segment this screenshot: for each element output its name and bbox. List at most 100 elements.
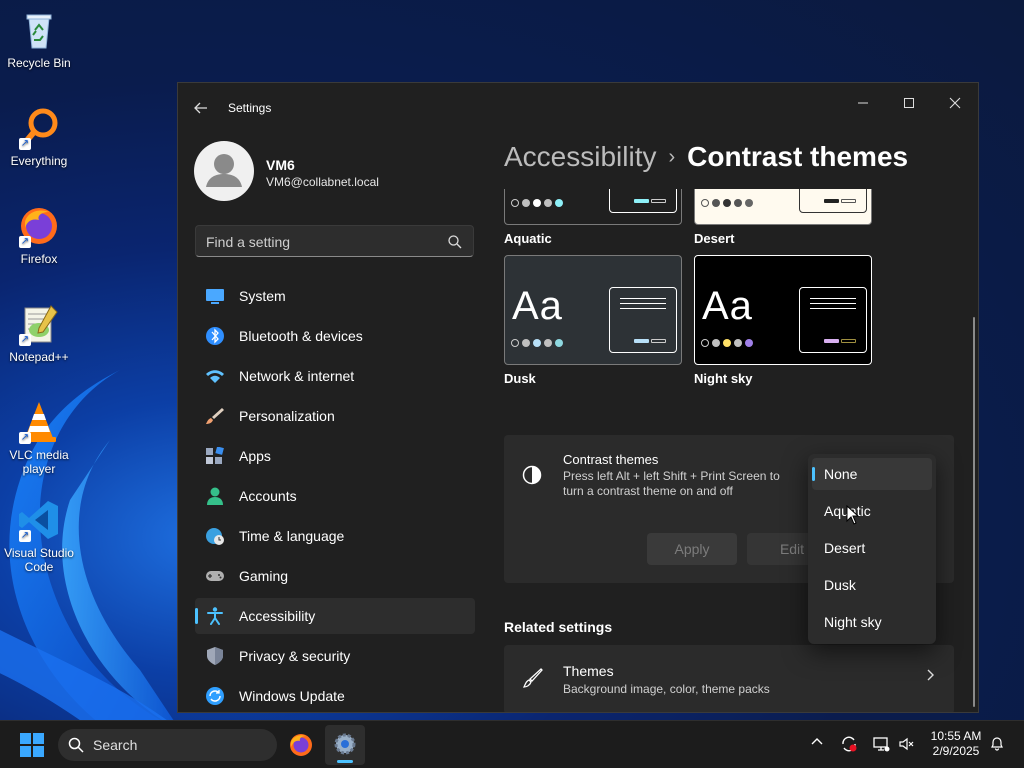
back-arrow-icon	[194, 102, 207, 114]
mouse-cursor-icon	[846, 505, 860, 525]
related-themes-link[interactable]: Themes Background image, color, theme pa…	[504, 645, 954, 712]
brush-icon	[522, 668, 543, 688]
sidebar-item-accessibility[interactable]: Accessibility	[195, 598, 475, 634]
sidebar-item-accounts[interactable]: Accounts	[195, 478, 475, 514]
dropdown-option-none[interactable]: None	[812, 458, 932, 490]
volume-button[interactable]	[898, 735, 916, 753]
theme-name-desert: Desert	[694, 231, 735, 246]
find-setting-search[interactable]	[195, 225, 474, 257]
app-title: Settings	[228, 101, 272, 115]
theme-card-dusk[interactable]: Aa	[504, 255, 682, 365]
shortcut-arrow-icon: ↗	[19, 334, 31, 346]
sidebar-item-label: Accessibility	[239, 608, 316, 624]
contrast-icon	[522, 465, 542, 485]
taskbar-firefox[interactable]	[281, 725, 321, 765]
apply-button[interactable]: Apply	[647, 533, 737, 565]
desktop-icon-label: Notepad++	[9, 350, 69, 364]
sidebar-item-personalization[interactable]: Personalization	[195, 398, 475, 434]
maximize-button[interactable]	[886, 89, 932, 119]
sidebar-item-windows-update[interactable]: Windows Update	[195, 678, 475, 712]
dropdown-option-desert[interactable]: Desert	[812, 532, 932, 564]
page-title: Contrast themes	[687, 141, 909, 172]
breadcrumb-separator: ›	[668, 146, 676, 168]
scrollbar[interactable]	[973, 317, 975, 707]
desktop-icon-everything[interactable]: ↗ Everything	[0, 106, 78, 168]
back-button[interactable]	[190, 97, 212, 119]
desktop-icon-vscode[interactable]: ↗ Visual Studio Code	[0, 498, 78, 574]
gamepad-icon	[206, 571, 224, 581]
taskbar: Search 10:55 AM 2/9/2025	[0, 720, 1024, 768]
desktop-icon-vlc[interactable]: ↗ VLC media player	[0, 400, 78, 476]
apps-icon	[206, 447, 224, 464]
avatar	[194, 141, 254, 201]
clock-date: 2/9/2025	[932, 744, 980, 758]
taskbar-search-label: Search	[93, 737, 138, 753]
desktop-icon-firefox[interactable]: ↗ Firefox	[0, 204, 78, 266]
dropdown-option-night-sky[interactable]: Night sky	[812, 606, 932, 638]
theme-card-desert[interactable]: Aa	[694, 189, 872, 225]
theme-preview-text: Aa	[512, 284, 563, 328]
sidebar-item-bluetooth[interactable]: Bluetooth & devices	[195, 318, 475, 354]
profile-email: VM6@collabnet.local	[266, 175, 379, 189]
sidebar-item-gaming[interactable]: Gaming	[195, 558, 475, 594]
desktop-icon-label: Firefox	[20, 252, 58, 266]
vlc-icon: ↗	[17, 400, 61, 444]
firefox-icon: ↗	[17, 204, 61, 248]
breadcrumb-parent[interactable]: Accessibility	[504, 141, 656, 172]
theme-preview-panel	[799, 189, 867, 213]
taskbar-search[interactable]: Search	[58, 729, 277, 761]
chevron-right-icon	[927, 669, 934, 681]
search-input[interactable]	[206, 232, 436, 252]
desktop-icon-label: VLC media player	[9, 448, 69, 476]
theme-name-dusk: Dusk	[504, 371, 536, 386]
system-clock[interactable]: 10:55 AM 2/9/2025	[924, 729, 988, 759]
contrast-theme-dropdown: None Aquatic Desert Dusk Night sky	[808, 454, 936, 644]
chevron-up-icon	[811, 738, 823, 745]
minimize-button[interactable]	[840, 89, 886, 119]
network-status-button[interactable]	[872, 735, 890, 753]
desktop-icon-label: Visual Studio Code	[4, 546, 74, 574]
bluetooth-icon	[206, 327, 224, 345]
shield-icon	[207, 647, 223, 665]
theme-color-dots	[701, 339, 753, 347]
recycle-bin-icon	[17, 8, 61, 52]
dropdown-option-dusk[interactable]: Dusk	[812, 569, 932, 601]
theme-preview-panel	[609, 287, 677, 353]
vscode-icon: ↗	[17, 498, 61, 542]
gear-icon	[334, 733, 356, 755]
taskbar-settings[interactable]	[325, 725, 365, 765]
sidebar-item-label: System	[239, 288, 286, 304]
maximize-icon	[904, 98, 914, 108]
sidebar-item-label: Bluetooth & devices	[239, 328, 363, 344]
shortcut-arrow-icon: ↗	[19, 236, 31, 248]
globe-clock-icon	[206, 528, 224, 545]
sidebar-item-label: Personalization	[239, 408, 335, 424]
contrast-themes-description: Press left Alt + left Shift + Print Scre…	[563, 469, 780, 498]
themes-title: Themes	[563, 663, 614, 679]
notifications-button[interactable]	[988, 735, 1006, 753]
show-hidden-icons-button[interactable]	[808, 735, 826, 753]
shortcut-arrow-icon: ↗	[19, 432, 31, 444]
sidebar-item-label: Accounts	[239, 488, 297, 504]
sync-status-button[interactable]	[840, 735, 858, 753]
sidebar-item-apps[interactable]: Apps	[195, 438, 475, 474]
sidebar-item-time-language[interactable]: Time & language	[195, 518, 475, 554]
system-icon	[206, 289, 224, 304]
sidebar-item-network[interactable]: Network & internet	[195, 358, 475, 394]
theme-preview-panel	[799, 287, 867, 353]
theme-card-night-sky[interactable]: Aa	[694, 255, 872, 365]
wifi-icon	[206, 370, 224, 383]
dropdown-option-aquatic[interactable]: Aquatic	[812, 495, 932, 527]
desktop-icon-notepadpp[interactable]: ↗ Notepad++	[0, 302, 78, 364]
sync-icon	[842, 736, 857, 752]
accessibility-icon	[207, 607, 223, 625]
desktop-icon-recycle-bin[interactable]: Recycle Bin	[0, 8, 78, 70]
theme-card-aquatic[interactable]: Aa	[504, 189, 682, 225]
windows-start-icon[interactable]	[20, 733, 44, 757]
themes-description: Background image, color, theme packs	[563, 682, 770, 696]
sidebar-item-privacy[interactable]: Privacy & security	[195, 638, 475, 674]
close-button[interactable]	[932, 89, 978, 119]
sidebar-item-system[interactable]: System	[195, 278, 475, 314]
theme-name-aquatic: Aquatic	[504, 231, 552, 246]
volume-muted-icon	[899, 737, 914, 751]
